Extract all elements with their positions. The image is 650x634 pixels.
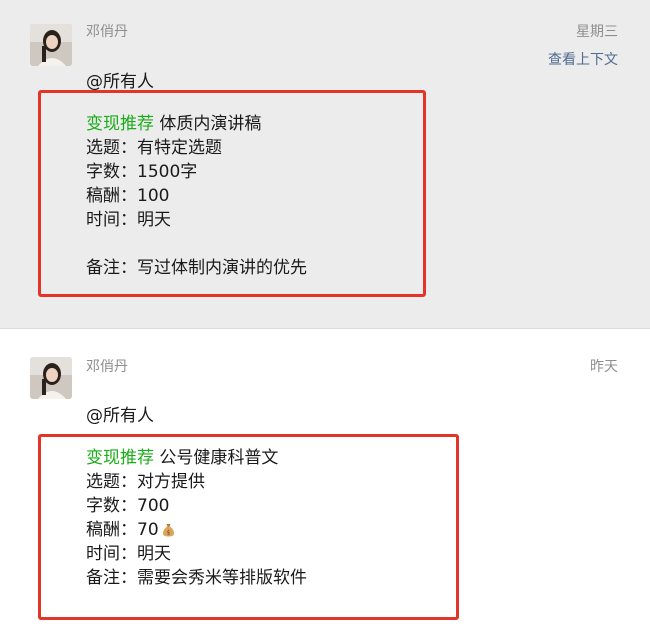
body-line: 时间：明天	[86, 210, 171, 230]
body-title-line: 变现推荐 体质内演讲稿	[86, 112, 307, 136]
money-bag-icon: $	[162, 520, 175, 537]
recommend-tag: 变现推荐	[86, 114, 154, 134]
recommend-tag: 变现推荐	[86, 448, 154, 468]
message-card-1: 邓俏丹 星期三 查看上下文 @所有人 变现推荐 体质内演讲稿 选题：有特定选题 …	[0, 0, 650, 328]
sender-avatar[interactable]	[30, 357, 72, 399]
svg-text:$: $	[166, 530, 170, 537]
message-timestamp: 昨天	[590, 359, 618, 375]
body-pay-line: 稿酬：70 $	[86, 518, 307, 542]
sender-name: 邓俏丹	[86, 359, 128, 375]
body-line: 稿酬：100	[86, 186, 170, 206]
job-title: 公号健康科普文	[159, 448, 279, 468]
body-line: 时间：明天	[86, 544, 171, 564]
view-context-link[interactable]: 查看上下文	[548, 49, 618, 69]
body-note: 备注：写过体制内演讲的优先	[86, 258, 307, 278]
message-timestamp: 星期三	[576, 24, 618, 40]
body-title-line: 变现推荐 公号健康科普文	[86, 446, 307, 470]
sender-avatar[interactable]	[30, 24, 72, 66]
mention-all: @所有人	[86, 72, 154, 92]
mention-all: @所有人	[86, 406, 154, 426]
job-title: 体质内演讲稿	[159, 114, 262, 134]
body-line: 选题：有特定选题	[86, 138, 222, 158]
body-line: 字数：700	[86, 496, 170, 516]
message-body: 变现推荐 体质内演讲稿 选题：有特定选题 字数：1500字 稿酬：100 时间：…	[86, 112, 307, 280]
body-note: 备注：需要会秀米等排版软件	[86, 568, 307, 588]
body-line: 字数：1500字	[86, 162, 198, 182]
pay-text: 稿酬：70	[86, 520, 159, 540]
sender-name: 邓俏丹	[86, 24, 128, 40]
message-body: 变现推荐 公号健康科普文 选题：对方提供 字数：700 稿酬：70 $ 时间：明天…	[86, 446, 307, 590]
message-card-2: 邓俏丹 昨天 @所有人 变现推荐 公号健康科普文 选题：对方提供 字数：700 …	[0, 329, 650, 634]
body-line: 选题：对方提供	[86, 472, 205, 492]
